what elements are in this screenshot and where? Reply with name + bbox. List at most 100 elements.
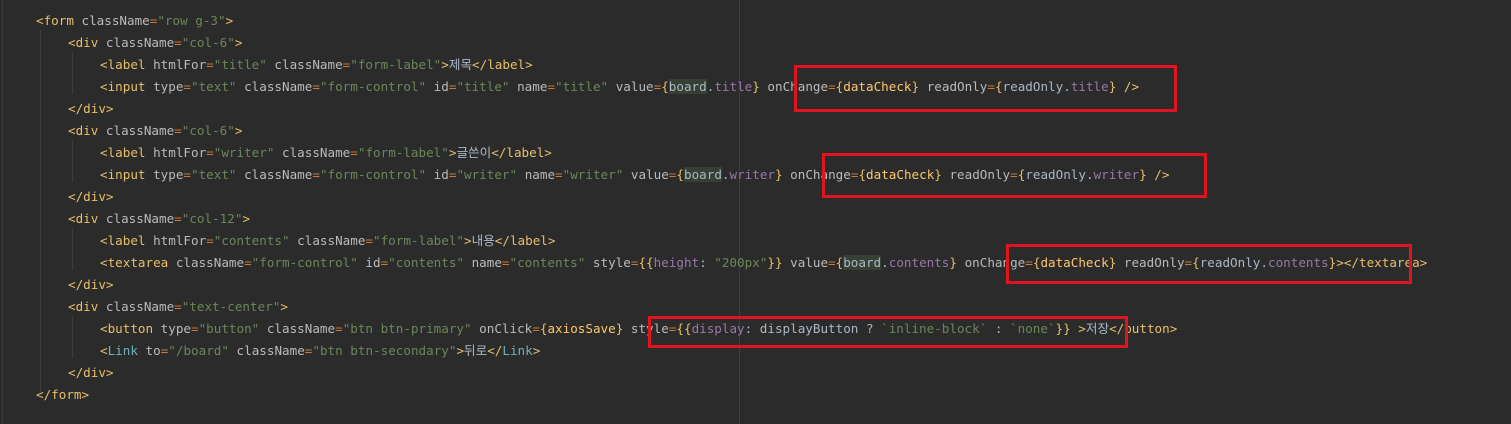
code-token: to [137,343,161,358]
code-token: "form-label" [357,145,449,160]
gutter-border [2,0,3,424]
code-token: className [73,13,150,28]
code-token: = [183,79,192,94]
code-token: = [206,145,214,160]
code-line[interactable]: <div className="text-center"> [68,296,288,318]
code-token: name [509,79,548,94]
code-token: > [280,299,288,314]
code-token: "title" [456,79,510,94]
code-token: "writer" [213,145,275,160]
code-token: "col-6" [181,35,235,50]
code-token: <div [68,123,99,138]
code-line[interactable]: <label htmlFor="writer" className="form-… [100,142,552,164]
code-line[interactable]: <label htmlFor="title" className="form-l… [100,54,533,76]
code-token: = [828,255,836,270]
code-token: = [191,321,199,336]
code-token: className [236,167,313,182]
code-line[interactable]: <Link to="/board" className="btn btn-sec… [100,340,540,362]
code-token: "col-6" [181,123,235,138]
code-token: </div> [68,189,114,204]
code-token: 내용 [471,233,495,248]
code-token: { [661,79,669,94]
code-token: className [98,35,175,50]
code-token: </div> [68,101,114,116]
code-token: className [266,57,343,72]
indent-guide [40,30,41,392]
code-token: value [608,79,654,94]
code-token: value [623,167,669,182]
code-token: "contents" [509,255,586,270]
code-line[interactable]: </div> [68,362,114,384]
code-line[interactable]: <div className="col-6"> [68,32,242,54]
highlight-box-contents [1006,244,1412,284]
code-token: = [547,79,556,94]
code-token: style [585,255,631,270]
code-token: <input [100,167,146,182]
code-token: = [365,233,374,248]
code-token: 글쓴이 [456,145,492,160]
code-token: <button [100,321,154,336]
code-token: <textarea [100,255,169,270]
right-margin-guide [739,0,740,424]
code-token: </label> [494,233,556,248]
code-line[interactable]: <form className="row g-3"> [36,10,233,32]
code-token: = [532,321,540,336]
code-token: className [274,145,351,160]
code-line[interactable]: </form> [36,384,89,406]
code-token: {{ [638,255,654,270]
code-token: = [206,57,214,72]
code-token: > [464,233,472,248]
code-token: 뒤로 [464,343,488,358]
code-token: <input [100,79,146,94]
code-token: className [98,123,175,138]
code-token: = [174,35,182,50]
code-line[interactable]: <div className="col-6"> [68,120,242,142]
code-token: id [426,79,449,94]
code-token: type [145,167,184,182]
code-editor[interactable]: <form className="row g-3"> <div className… [0,0,1511,424]
code-token: > [234,35,243,50]
code-token: "row g-3" [157,13,226,28]
code-token: = [174,211,182,226]
code-token: "form-control" [319,79,427,94]
code-token: </ [487,343,503,358]
code-token: = [350,145,358,160]
code-token: className [289,233,366,248]
code-token: board [683,167,722,182]
code-line[interactable]: <div className="col-12"> [68,208,250,230]
code-token: = [335,321,343,336]
code-token: <label [100,57,146,72]
code-token: . [881,255,889,270]
code-token: : [699,255,715,270]
code-line[interactable]: </div> [68,98,114,120]
code-token: </label> [472,57,533,72]
code-line[interactable]: </div> [68,274,114,296]
code-line[interactable]: </div> [68,186,114,208]
code-token: id [357,255,381,270]
code-token: "form-label" [373,233,465,248]
code-token: }} [767,255,783,270]
code-line[interactable]: <label htmlFor="contents" className="for… [100,230,555,252]
code-token: "form-control" [251,255,358,270]
code-token: title [714,79,753,94]
code-token: "200px" [714,255,768,270]
code-token: < [100,343,108,358]
code-token: 제목 [448,57,473,72]
code-token: = [183,167,192,182]
code-token: <label [100,233,146,248]
code-token: "form-control" [319,167,427,182]
code-token: htmlFor [145,57,207,72]
code-token: className [98,211,175,226]
code-token: height [653,255,700,270]
code-token: "title" [555,79,609,94]
code-token: = [555,167,563,182]
indent-guide [72,316,73,358]
highlight-box-title [794,65,1177,112]
code-token: "title" [213,57,267,72]
code-token: <label [100,145,146,160]
code-token: "writer" [456,167,518,182]
code-token: "contents" [213,233,290,248]
code-token: > [234,123,243,138]
code-token: "button" [198,321,260,336]
code-token: "contents" [388,255,464,270]
